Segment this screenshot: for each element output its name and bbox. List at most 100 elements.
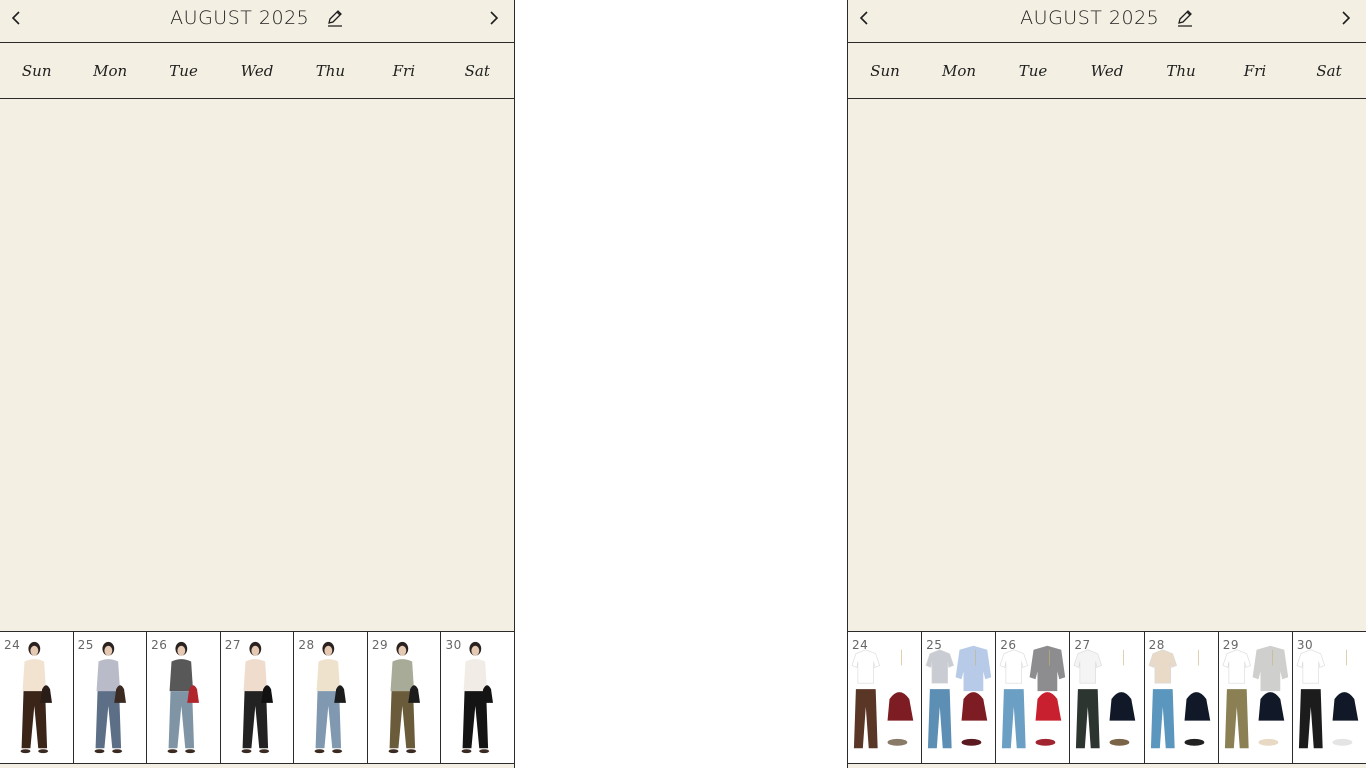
- day-cell-25[interactable]: 25: [72, 632, 147, 763]
- day-number: 25: [77, 638, 94, 652]
- day-cell-27[interactable]: 27: [219, 632, 294, 763]
- calendar-panel-right: AUGUST 2025 Sun Mon Tue Wed Thu Fri Sat …: [847, 0, 1366, 768]
- day-number: 24: [852, 638, 869, 652]
- outfit-bag: [1184, 692, 1210, 721]
- day-cell-29[interactable]: 29: [1217, 632, 1292, 763]
- outfit-top: [1296, 649, 1325, 684]
- week-row: 24 25 26 27 28 29 30: [0, 631, 514, 764]
- outfit-shoe: [887, 738, 908, 746]
- outfit-face: [103, 645, 112, 656]
- day-cell-24[interactable]: 24: [848, 632, 922, 763]
- day-number: 26: [151, 638, 168, 652]
- outfit-shoe: [185, 749, 196, 754]
- weekday-fri: Fri: [1243, 62, 1267, 80]
- outfit-top: [390, 659, 414, 692]
- day-number: 28: [1148, 638, 1165, 652]
- outfit-bag: [961, 692, 988, 721]
- day-number: 24: [4, 638, 21, 652]
- outfit-top: [1222, 649, 1251, 684]
- day-number: 30: [445, 638, 462, 652]
- calendar-header: AUGUST 2025: [0, 0, 514, 43]
- outfit-layer: [955, 645, 992, 692]
- day-number: 25: [926, 638, 943, 652]
- outfit-shoe: [388, 749, 399, 754]
- outfit-bag: [1258, 692, 1284, 721]
- outfit-top: [999, 649, 1029, 684]
- chevron-right-icon: [490, 11, 499, 25]
- weekday-sat: Sat: [1316, 62, 1342, 80]
- outfit-shoe: [241, 749, 252, 754]
- outfit-shoe: [1332, 738, 1353, 746]
- outfit-face: [30, 645, 39, 656]
- day-number: 28: [298, 638, 315, 652]
- weekday-wed: Wed: [240, 62, 274, 80]
- outfit-shoe: [462, 749, 472, 754]
- outfit-shoe: [332, 749, 343, 754]
- month-title: AUGUST 2025: [848, 6, 1366, 29]
- outfit-shoe: [314, 749, 325, 754]
- outfit-shoe: [406, 749, 416, 754]
- outfit-bottom: [928, 689, 952, 749]
- weekday-mon: Mon: [941, 62, 977, 80]
- outfit-layer: [1252, 645, 1288, 692]
- day-cell-30[interactable]: 30: [1291, 632, 1366, 763]
- day-cell-25[interactable]: 25: [921, 632, 996, 763]
- outfit-shoe: [479, 749, 490, 754]
- outfit-shoe: [1184, 738, 1204, 746]
- day-number: 27: [1074, 638, 1091, 652]
- weekday-header-row: Sun Mon Tue Wed Thu Fri Sat: [0, 44, 514, 99]
- outfit-shoe: [1258, 738, 1279, 746]
- day-cell-27[interactable]: 27: [1069, 632, 1144, 763]
- outfit-bottom: [853, 689, 878, 749]
- weekday-tue: Tue: [169, 62, 198, 80]
- outfit-shoe: [258, 749, 269, 754]
- day-cell-28[interactable]: 28: [293, 632, 367, 763]
- weekday-thu: Thu: [315, 62, 346, 80]
- weekday-sun: Sun: [21, 62, 52, 80]
- outfit-top: [22, 659, 47, 692]
- outfit-bag: [1035, 692, 1062, 721]
- outfit-top: [1148, 649, 1177, 684]
- next-month-button[interactable]: [482, 5, 506, 31]
- next-month-button[interactable]: [1334, 5, 1358, 31]
- outfit-top: [925, 649, 955, 684]
- outfit-top: [316, 659, 341, 692]
- outfit-shoe: [20, 749, 31, 754]
- weekday-wed: Wed: [1090, 62, 1124, 80]
- day-cell-28[interactable]: 28: [1143, 632, 1218, 763]
- pencil-icon: [1177, 9, 1192, 27]
- day-cell-29[interactable]: 29: [366, 632, 441, 763]
- day-number: 26: [1000, 638, 1017, 652]
- day-number: 29: [1222, 638, 1239, 652]
- outfit-bottom: [1224, 689, 1249, 749]
- outfit-shoe: [961, 738, 982, 746]
- day-number: 27: [224, 638, 242, 652]
- day-cell-26[interactable]: 26: [146, 632, 220, 763]
- outfit-face: [471, 645, 480, 656]
- day-cell-30[interactable]: 30: [440, 632, 514, 763]
- outfit-layer: [1029, 645, 1066, 692]
- outfit-top: [851, 649, 880, 684]
- weekday-fri: Fri: [392, 62, 416, 80]
- edit-month-button[interactable]: [326, 9, 344, 27]
- weekday-tue: Tue: [1018, 62, 1048, 80]
- day-cell-24[interactable]: 24: [0, 632, 73, 763]
- outfit-shoe: [94, 749, 104, 754]
- outfit-top: [1074, 649, 1103, 684]
- outfit-face: [324, 645, 333, 656]
- weekday-header-row: Sun Mon Tue Wed Thu Fri Sat: [848, 44, 1366, 99]
- day-cell-26[interactable]: 26: [995, 632, 1070, 763]
- outfit-bottom: [1150, 689, 1175, 749]
- outfit-bottom: [1298, 689, 1323, 749]
- calendar-header: AUGUST 2025: [848, 0, 1366, 43]
- outfit-shoe: [111, 749, 122, 754]
- outfit-shoe: [167, 749, 178, 754]
- edit-month-button[interactable]: [1176, 9, 1194, 27]
- outfit-top: [464, 659, 488, 692]
- weekday-thu: Thu: [1166, 62, 1196, 80]
- outfit-top: [243, 659, 267, 692]
- month-title: AUGUST 2025: [0, 6, 514, 29]
- outfit-face: [398, 645, 407, 656]
- outfit-top: [96, 659, 120, 692]
- weekday-sat: Sat: [464, 62, 490, 80]
